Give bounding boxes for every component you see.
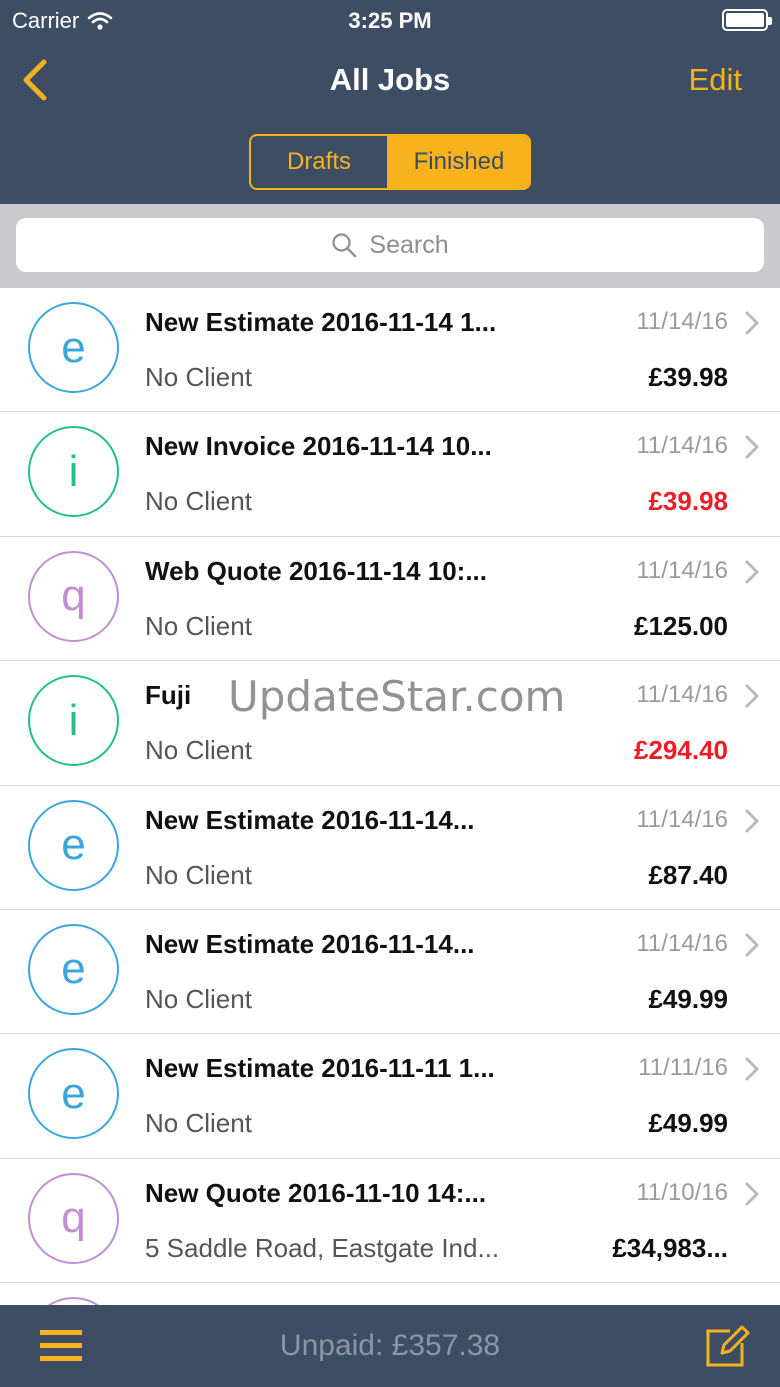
job-amount: £39.98 [648, 486, 728, 517]
job-row[interactable]: i Fuji No Client 11/14/16 £294.40 [0, 661, 780, 786]
job-date: 11/10/16 [636, 1178, 728, 1206]
job-date: 11/11/16 [638, 1054, 728, 1082]
chevron-right-icon [745, 684, 759, 708]
job-date: 11/14/16 [636, 929, 728, 957]
job-row[interactable]: e New Estimate 2016-11-14 1... No Client… [0, 288, 780, 413]
job-date: 11/14/16 [636, 681, 728, 709]
job-title: Fuji [145, 680, 192, 711]
job-amount: £49.99 [648, 983, 728, 1014]
navigation-bar: All Jobs Edit [0, 40, 780, 124]
job-amount: £87.40 [648, 859, 728, 890]
job-list: e New Estimate 2016-11-14 1... No Client… [0, 288, 780, 1284]
app-screen: Carrier 3:25 PM All Jobs Edit Drafts Fin [0, 0, 780, 1387]
status-bar: Carrier 3:25 PM [0, 0, 780, 40]
chevron-right-icon [745, 311, 759, 335]
job-type-avatar: e [28, 799, 119, 891]
page-title: All Jobs [329, 62, 451, 97]
job-amount: £39.98 [648, 362, 728, 392]
job-date: 11/14/16 [636, 308, 728, 335]
compose-icon [706, 1325, 750, 1367]
search-icon [332, 233, 357, 258]
chevron-right-icon [745, 1182, 759, 1206]
tab-drafts[interactable]: Drafts [251, 136, 389, 188]
job-client: No Client [145, 486, 252, 517]
job-row[interactable]: q New Quote 2016-11-10 14:... 5 Saddle R… [0, 1158, 780, 1284]
job-row[interactable]: i New Invoice 2016-11-14 10... No Client… [0, 412, 780, 537]
search-bar: Search [0, 204, 780, 288]
job-type-avatar: e [28, 1048, 119, 1140]
job-type-avatar: q [28, 550, 119, 642]
job-type-avatar [28, 1297, 119, 1305]
job-client: No Client [145, 610, 252, 641]
job-row[interactable]: e New Estimate 2016-11-14... No Client 1… [0, 785, 780, 910]
chevron-right-icon [745, 435, 759, 459]
job-client: No Client [145, 859, 252, 890]
job-date: 11/14/16 [636, 432, 728, 460]
tab-finished[interactable]: Finished [389, 136, 529, 188]
job-title: New Estimate 2016-11-14... [145, 804, 475, 835]
battery-icon [722, 9, 772, 31]
job-amount: £49.99 [648, 1108, 728, 1139]
job-type-avatar: e [28, 923, 119, 1015]
chevron-right-icon [745, 560, 759, 584]
job-type-avatar: i [28, 675, 119, 767]
job-client: No Client [145, 983, 252, 1014]
job-date: 11/14/16 [636, 805, 728, 833]
chevron-right-icon [745, 933, 759, 957]
job-amount: £34,983... [612, 1232, 728, 1263]
header: Carrier 3:25 PM All Jobs Edit Drafts Fin [0, 0, 780, 204]
job-type-avatar: q [28, 1172, 119, 1264]
search-input[interactable]: Search [16, 218, 764, 272]
chevron-right-icon [745, 809, 759, 833]
edit-button[interactable]: Edit [689, 62, 742, 98]
job-row-partial[interactable] [0, 1283, 780, 1305]
search-placeholder: Search [369, 230, 449, 259]
job-row[interactable]: e New Estimate 2016-11-11 1... No Client… [0, 1034, 780, 1159]
job-client: 5 Saddle Road, Eastgate Ind... [145, 1232, 500, 1263]
job-client: No Client [145, 735, 252, 766]
status-time: 3:25 PM [348, 8, 432, 33]
job-title: New Estimate 2016-11-14... [145, 928, 475, 959]
bottom-toolbar: Unpaid: £357.38 [0, 1305, 780, 1387]
job-type-avatar: e [28, 302, 119, 393]
job-type-avatar: i [28, 426, 119, 518]
job-title: Web Quote 2016-11-14 10:... [145, 555, 487, 586]
job-row[interactable]: q Web Quote 2016-11-14 10:... No Client … [0, 536, 780, 662]
job-title: New Estimate 2016-11-11 1... [145, 1053, 495, 1084]
job-title: New Invoice 2016-11-14 10... [145, 431, 492, 462]
chevron-right-icon [745, 1057, 759, 1081]
new-job-button[interactable] [704, 1323, 750, 1369]
job-date: 11/14/16 [636, 556, 728, 584]
unpaid-total: Unpaid: £357.38 [279, 1329, 501, 1362]
job-row[interactable]: e New Estimate 2016-11-14... No Client 1… [0, 909, 780, 1035]
job-title: New Estimate 2016-11-14 1... [145, 307, 497, 337]
job-amount: £125.00 [634, 610, 728, 641]
jobs-filter-tabs: Drafts Finished [249, 134, 531, 190]
job-client: No Client [145, 362, 252, 392]
job-amount: £294.40 [634, 735, 728, 766]
job-client: No Client [145, 1108, 252, 1139]
job-title: New Quote 2016-11-10 14:... [145, 1177, 487, 1208]
